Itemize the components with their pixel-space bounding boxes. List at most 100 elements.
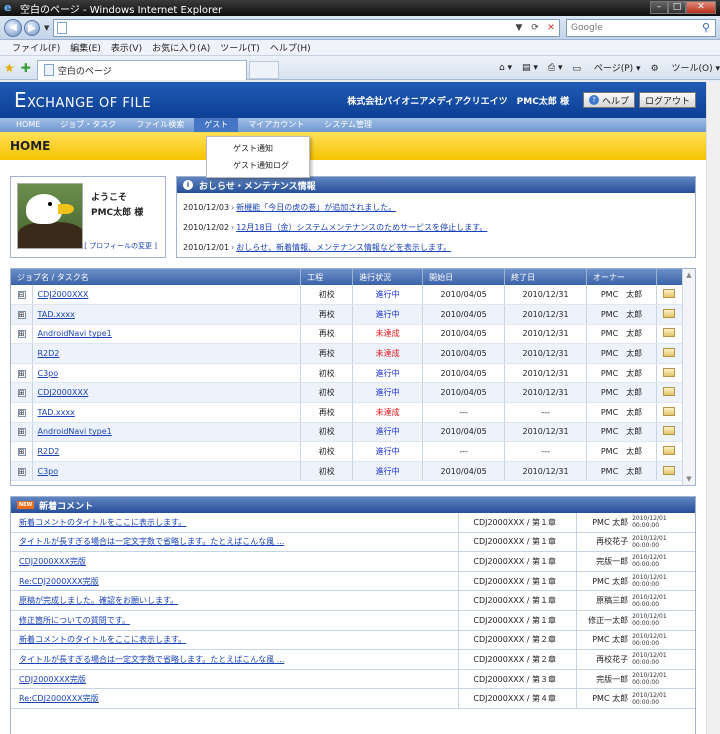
edit-icon[interactable] bbox=[663, 328, 676, 338]
edit-icon[interactable] bbox=[663, 465, 676, 475]
job-name-link[interactable]: C3po bbox=[37, 369, 58, 378]
nav-jobs[interactable]: ジョブ・タスク bbox=[50, 118, 126, 132]
menu-tools[interactable]: ツール(T) bbox=[220, 41, 260, 54]
job-name-link[interactable]: AndroidNavi type1 bbox=[37, 329, 111, 338]
expand-icon[interactable]: ⊞ bbox=[17, 448, 26, 457]
comment-row[interactable]: 新着コメントのタイトルをここに表示します。 CDJ2000XXX / 第２章 PMC… bbox=[11, 630, 695, 651]
edit-icon[interactable] bbox=[663, 289, 676, 299]
jobs-scrollbar[interactable]: ▲ ▼ bbox=[682, 269, 695, 485]
history-dropdown-icon[interactable]: ▼ bbox=[44, 24, 49, 32]
add-favorites-icon[interactable]: ✚ bbox=[21, 61, 31, 75]
browser-tab[interactable]: 空白のページ bbox=[36, 59, 247, 80]
home-icon[interactable]: ⌂ ▾ bbox=[499, 63, 512, 73]
feeds-icon[interactable]: ▤ ▾ bbox=[522, 63, 538, 73]
comment-title-link[interactable]: Re:CDJ2000XXX完版 bbox=[19, 576, 99, 587]
job-name-link[interactable]: C3po bbox=[37, 467, 58, 476]
maximize-icon[interactable]: □ bbox=[668, 1, 686, 14]
table-row[interactable]: ⊞ AndroidNavi type1 再校 未達成 2010/04/05 2010/12… bbox=[11, 324, 684, 345]
job-name-link[interactable]: AndroidNavi type1 bbox=[37, 427, 111, 436]
close-icon[interactable]: ✕ bbox=[686, 1, 716, 14]
job-name-link[interactable]: CDJ2000XXX bbox=[37, 388, 88, 397]
menu-favorites[interactable]: お気に入り(A) bbox=[152, 41, 210, 54]
new-tab-button[interactable] bbox=[248, 60, 279, 79]
app-logo[interactable]: EXCHANGE OF FILE bbox=[14, 88, 151, 112]
comment-title-link[interactable]: Re:CDJ2000XXX完版 bbox=[19, 693, 99, 704]
table-row[interactable]: ⊞ CDJ2000XXX 初校 進行中 2010/04/05 2010/12/31 PMC … bbox=[11, 382, 684, 404]
comment-row[interactable]: タイトルが長すぎる場合は一定文字数で省略します。たとえばこんな風 ... CDJ2… bbox=[11, 650, 695, 670]
menu-edit[interactable]: 編集(E) bbox=[70, 41, 101, 54]
search-input[interactable] bbox=[567, 22, 697, 33]
comment-title-link[interactable]: CDJ2000XXX完版 bbox=[19, 556, 86, 567]
job-name-link[interactable]: R2D2 bbox=[37, 447, 59, 456]
nav-my-account[interactable]: マイアカウント bbox=[238, 118, 314, 132]
search-icon[interactable]: ⚲ bbox=[697, 21, 715, 34]
table-row[interactable]: ⊟ CDJ2000XXX 初校 進行中 2010/04/05 2010/12/31 PMC … bbox=[11, 285, 684, 306]
expand-icon[interactable]: ⊞ bbox=[17, 428, 26, 437]
edit-icon[interactable] bbox=[663, 367, 676, 377]
menu-file[interactable]: ファイル(F) bbox=[12, 41, 60, 54]
table-row[interactable]: ⊞ C3po 初校 進行中 2010/04/05 2010/12/31 PMC 太郎 bbox=[11, 363, 684, 384]
comment-title-link[interactable]: 新着コメントのタイトルをここに表示します。 bbox=[19, 517, 186, 528]
minimize-icon[interactable]: – bbox=[650, 1, 668, 14]
back-icon[interactable]: ◀ bbox=[4, 18, 22, 37]
comment-row[interactable]: CDJ2000XXX完版 CDJ2000XXX / 第１章 完版一郎 2010/12/… bbox=[11, 552, 695, 572]
job-name-link[interactable]: TAD.xxxx bbox=[37, 408, 74, 417]
col-owner[interactable]: オーナー bbox=[586, 269, 657, 285]
nav-home[interactable]: HOME bbox=[6, 118, 50, 132]
edit-icon[interactable] bbox=[663, 348, 676, 358]
guest-notify-log-item[interactable]: ゲスト通知ログ bbox=[207, 157, 309, 174]
tools-menu[interactable]: ⚙ ツール(O) ▾ bbox=[651, 61, 720, 74]
comment-row[interactable]: 修正箇所についての質問です。 CDJ2000XXX / 第１章 修正一太郎 2010/… bbox=[11, 610, 695, 631]
edit-icon[interactable] bbox=[663, 308, 676, 318]
col-start[interactable]: 開始日 bbox=[422, 269, 506, 285]
scroll-down-icon[interactable]: ▼ bbox=[683, 473, 695, 485]
table-row[interactable]: R2D2 再校 未達成 2010/04/05 2010/12/31 PMC 太郎 bbox=[11, 343, 684, 364]
profile-change-link[interactable]: [ プロフィールの変更 ] bbox=[84, 241, 157, 251]
help-button[interactable]: ? ヘルプ bbox=[582, 92, 635, 108]
news-link[interactable]: 新機能「今日の虎の巻」が追加されました。 bbox=[236, 202, 396, 213]
scroll-up-icon[interactable]: ▲ bbox=[683, 269, 695, 281]
comment-title-link[interactable]: タイトルが長すぎる場合は一定文字数で省略します。たとえばこんな風 ... bbox=[19, 654, 284, 665]
comment-row[interactable]: CDJ2000XXX完版 CDJ2000XXX / 第３章 完版一郎 2010/12/… bbox=[11, 669, 695, 690]
comment-row[interactable]: タイトルが長すぎる場合は一定文字数で省略します。たとえばこんな風 ... CDJ2… bbox=[11, 532, 695, 553]
url-field[interactable]: ▼ ⟳ ✕ bbox=[53, 18, 560, 37]
favorites-star-icon[interactable]: ★ bbox=[4, 61, 15, 75]
comment-row[interactable]: Re:CDJ2000XXX完版 CDJ2000XXX / 第１章 PMC 太郎 201… bbox=[11, 571, 695, 592]
nav-guest[interactable]: ゲスト bbox=[194, 118, 239, 132]
expand-icon[interactable]: ⊞ bbox=[17, 310, 26, 319]
job-name-link[interactable]: R2D2 bbox=[37, 349, 59, 358]
comment-title-link[interactable]: CDJ2000XXX完版 bbox=[19, 674, 86, 685]
table-row[interactable]: ⊞ TAD.xxxx 再校 進行中 2010/04/05 2010/12/31 PMC 太郎 bbox=[11, 304, 684, 325]
guest-notify-item[interactable]: ゲスト通知 bbox=[207, 140, 309, 157]
expand-icon[interactable]: ⊞ bbox=[17, 369, 26, 378]
comment-row[interactable]: 新着コメントのタイトルをここに表示します。 CDJ2000XXX / 第１章 PMC… bbox=[11, 513, 695, 533]
print-icon[interactable]: ⎙ ▾ bbox=[548, 63, 563, 73]
job-name-link[interactable]: TAD.xxxx bbox=[37, 310, 74, 319]
comment-title-link[interactable]: 新着コメントのタイトルをここに表示します。 bbox=[19, 634, 186, 645]
refresh-icon[interactable]: ⟳ bbox=[527, 23, 543, 33]
edit-icon[interactable] bbox=[663, 446, 676, 456]
news-link[interactable]: 12月18日（金）システムメンテナンスのためサービスを停止します。 bbox=[236, 222, 487, 233]
comment-title-link[interactable]: 原稿が完成しました。確認をお願いします。 bbox=[19, 595, 178, 606]
news-link[interactable]: おしらせ、新着情報、メンテナンス情報などを表示します。 bbox=[236, 242, 451, 253]
nav-file-search[interactable]: ファイル検索 bbox=[126, 118, 194, 132]
col-step[interactable]: 工程 bbox=[300, 269, 354, 285]
job-name-link[interactable]: CDJ2000XXX bbox=[37, 290, 88, 299]
menu-view[interactable]: 表示(V) bbox=[111, 41, 142, 54]
expand-icon[interactable]: ⊞ bbox=[17, 467, 26, 476]
comment-title-link[interactable]: 修正箇所についての質問です。 bbox=[19, 615, 130, 626]
page-scrollbar[interactable] bbox=[706, 82, 720, 734]
expand-icon[interactable]: ⊞ bbox=[17, 389, 26, 398]
edit-icon[interactable] bbox=[663, 426, 676, 436]
edit-icon[interactable] bbox=[663, 406, 676, 416]
search-box[interactable]: ⚲ bbox=[566, 18, 716, 37]
expand-icon[interactable]: ⊞ bbox=[17, 408, 26, 417]
comment-row[interactable]: 原稿が完成しました。確認をお願いします。 CDJ2000XXX / 第１章 原稿三郎… bbox=[11, 591, 695, 611]
table-row[interactable]: ⊞ AndroidNavi type1 初校 進行中 2010/04/05 2010/12… bbox=[11, 422, 684, 443]
table-row[interactable]: ⊞ C3po 初校 進行中 2010/04/05 2010/12/31 PMC 太郎 bbox=[11, 461, 684, 482]
edit-icon[interactable] bbox=[663, 387, 676, 397]
col-status[interactable]: 進行状況 bbox=[352, 269, 424, 285]
col-end[interactable]: 終了日 bbox=[504, 269, 588, 285]
col-job-name[interactable]: ジョブ名 / タスク名 bbox=[11, 269, 302, 285]
stop-icon[interactable]: ✕ bbox=[543, 23, 559, 33]
